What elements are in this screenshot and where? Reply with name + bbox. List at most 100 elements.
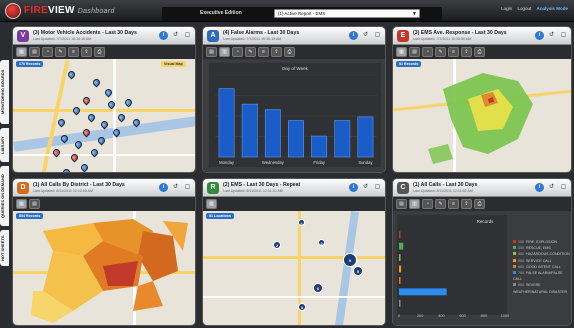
repeat-bubble[interactable]: 9 (343, 253, 357, 267)
district-map[interactable]: 804 Records (13, 211, 195, 325)
comment-icon[interactable]: ✎ (245, 47, 256, 57)
refresh-icon[interactable]: ↺ (171, 183, 180, 192)
bar-400[interactable] (399, 254, 401, 261)
login-link[interactable]: Login (501, 6, 512, 11)
accidents-map[interactable]: 170 Records Visual Map (13, 59, 195, 172)
map-pin-icon[interactable] (116, 112, 127, 123)
maximize-icon[interactable]: ▢ (183, 183, 192, 192)
table-view-icon[interactable]: ▤ (29, 47, 40, 57)
zone-green (428, 144, 453, 164)
table-view-icon[interactable]: ▤ (206, 47, 217, 57)
bar-wednesday[interactable] (264, 109, 281, 158)
table-view-icon[interactable]: ▤ (29, 199, 40, 209)
layers-icon[interactable]: ≡ (68, 47, 79, 57)
repeat-bubble[interactable]: 3 (298, 303, 306, 311)
info-icon[interactable]: i (159, 183, 168, 192)
export-icon[interactable]: ⇪ (81, 47, 92, 57)
panel-updated: Last Updated: 8/11/2011 12:11:10 AM (223, 189, 283, 193)
maximize-icon[interactable]: ▢ (373, 183, 382, 192)
map-view-icon[interactable]: ▦ (16, 47, 27, 57)
info-icon[interactable]: i (349, 183, 358, 192)
map-pin-icon[interactable] (71, 105, 82, 116)
map-view-icon[interactable]: ▦ (206, 199, 217, 209)
repeat-bubble[interactable]: 6 (313, 283, 323, 293)
bar-600[interactable] (399, 277, 401, 284)
bar-thursday[interactable] (288, 120, 304, 158)
layers-icon[interactable]: ≡ (258, 47, 269, 57)
bar-500[interactable] (399, 265, 402, 273)
maximize-icon[interactable]: ▢ (559, 183, 568, 192)
bar-tuesday[interactable] (241, 103, 258, 158)
print-icon[interactable]: ⎙ (474, 47, 485, 57)
print-icon[interactable]: ⎙ (284, 47, 295, 57)
repeat-bubble[interactable]: 2 (318, 239, 325, 246)
bar-700[interactable] (399, 288, 447, 296)
refresh-icon[interactable]: ↺ (547, 183, 556, 192)
layers-icon[interactable]: ≡ (448, 199, 459, 209)
ems-repeat-map[interactable]: 51 Locations 4 2 2 95 6 3 (203, 211, 385, 325)
export-icon[interactable]: ⇪ (271, 47, 282, 57)
map-view-icon[interactable]: ▦ (396, 47, 407, 57)
chart-view-icon[interactable]: ▥ (409, 199, 420, 209)
map-pin-icon[interactable] (81, 95, 92, 106)
bar-800[interactable] (399, 299, 401, 307)
refresh-icon[interactable]: ↺ (547, 31, 556, 40)
chart-view-icon[interactable]: ◔ (42, 47, 53, 57)
map-pin-icon[interactable] (123, 97, 134, 108)
layers-icon[interactable]: ≡ (448, 47, 459, 57)
export-icon[interactable]: ⇪ (461, 199, 472, 209)
repeat-bubble[interactable]: 2 (273, 241, 281, 249)
visual-map-badge[interactable]: Visual Map (161, 61, 186, 67)
info-icon[interactable]: i (535, 183, 544, 192)
bar-friday[interactable] (311, 135, 328, 158)
alarm-icon: A (207, 30, 219, 42)
refresh-icon[interactable]: ↺ (361, 31, 370, 40)
tab-hot-sheets[interactable]: HOT SHEETS (0, 230, 9, 266)
export-icon[interactable]: ⇪ (461, 47, 472, 57)
repeat-bubble[interactable]: 4 (298, 219, 305, 226)
bar-saturday[interactable] (334, 120, 351, 158)
chart-view-icon[interactable]: ◔ (422, 47, 433, 57)
maximize-icon[interactable]: ▢ (373, 31, 382, 40)
pie-view-icon[interactable]: ◔ (422, 199, 433, 209)
info-icon[interactable]: i (535, 31, 544, 40)
analysis-mode-link[interactable]: Analysis Mode (536, 6, 568, 11)
map-pin-icon[interactable] (66, 69, 77, 80)
print-icon[interactable]: ⎙ (474, 199, 485, 209)
refresh-icon[interactable]: ↺ (171, 31, 180, 40)
table-view-icon[interactable]: ▤ (396, 199, 407, 209)
report-select[interactable]: (1) Active Report - EMS ▼ (274, 9, 420, 18)
logout-link[interactable]: Logout (517, 6, 531, 11)
tab-queries-on-demand[interactable]: QUERIES ON DEMAND (0, 166, 9, 226)
comment-icon[interactable]: ✎ (435, 199, 446, 209)
refresh-icon[interactable]: ↺ (361, 183, 370, 192)
map-pin-icon[interactable] (61, 167, 72, 172)
comment-icon[interactable]: ✎ (55, 47, 66, 57)
ems-response-map[interactable]: 51 Records (393, 59, 571, 172)
map-pin-icon[interactable] (91, 77, 102, 88)
map-pin-icon[interactable] (79, 162, 90, 172)
maximize-icon[interactable]: ▢ (183, 31, 192, 40)
map-pin-icon[interactable] (86, 112, 97, 123)
tab-library[interactable]: LIBRARY (0, 128, 9, 162)
maximize-icon[interactable]: ▢ (559, 31, 568, 40)
comment-icon[interactable]: ✎ (435, 47, 446, 57)
bar-100[interactable] (399, 231, 401, 239)
print-icon[interactable]: ⎙ (94, 47, 105, 57)
top-links: Login Logout Analysis Mode (497, 6, 568, 11)
bar-300[interactable] (399, 242, 404, 250)
tab-monitoring-boards[interactable]: MONITORING BOARDS (0, 60, 9, 124)
fireview-logo-icon (5, 3, 21, 19)
pie-view-icon[interactable]: ◔ (232, 47, 243, 57)
repeat-bubble[interactable]: 5 (353, 266, 363, 276)
map-pin-icon[interactable] (56, 117, 67, 128)
table-view-icon[interactable]: ▤ (409, 47, 420, 57)
map-pin-icon[interactable] (103, 87, 114, 98)
info-icon[interactable]: i (349, 31, 358, 40)
map-view-icon[interactable]: ▦ (16, 199, 27, 209)
road (13, 154, 195, 156)
bar-sunday[interactable] (357, 116, 374, 158)
bar-monday[interactable] (218, 88, 235, 158)
chart-view-icon[interactable]: ▥ (219, 47, 230, 57)
info-icon[interactable]: i (159, 31, 168, 40)
